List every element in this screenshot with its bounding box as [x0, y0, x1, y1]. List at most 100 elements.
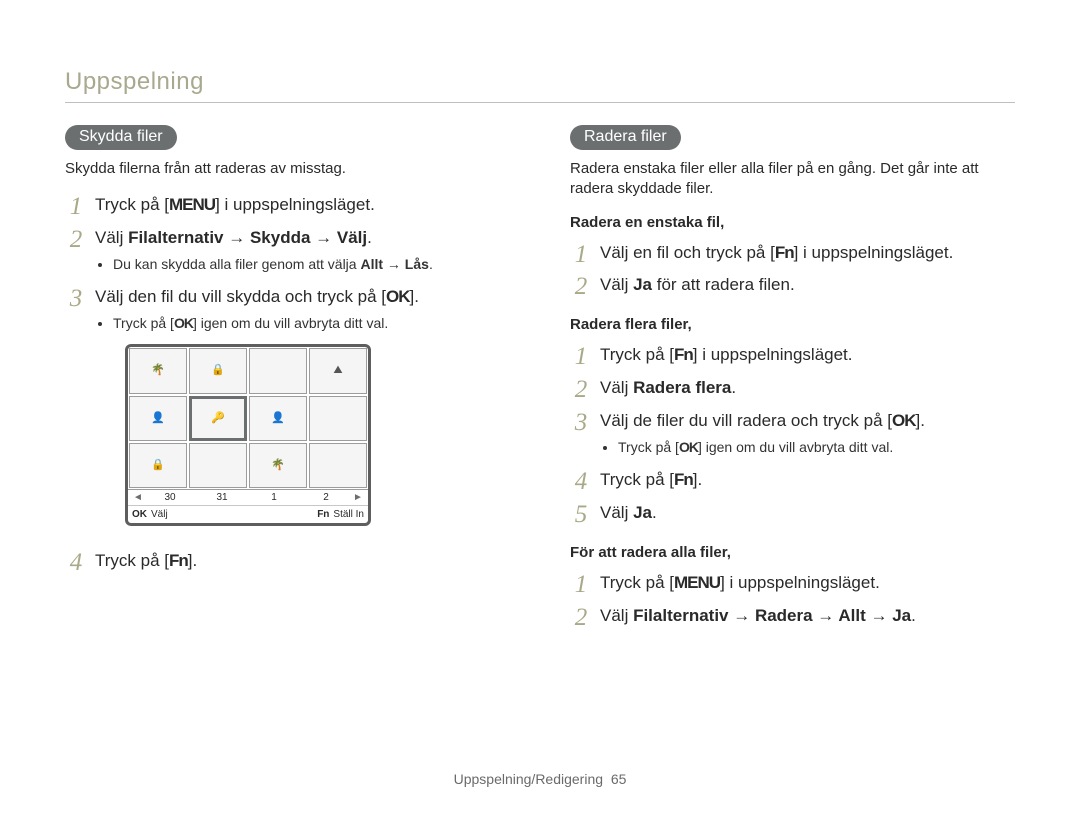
text: Tryck på [: [600, 470, 674, 489]
text: .: [429, 256, 433, 272]
ok-key: OK: [174, 314, 193, 334]
menu-key: MENU: [674, 572, 720, 595]
protect-steps: Tryck på [MENU] i uppspelningsläget. Väl…: [65, 189, 510, 578]
text: Tryck på [: [600, 345, 674, 364]
delete-all-steps: Tryck på [MENU] i uppspelningsläget. Väl…: [570, 567, 1015, 633]
camera-preview: 🌴 🔒 ⛰ 👤 🔑 👤 🔒 🌴: [125, 344, 371, 526]
fn-key: Fn: [775, 242, 794, 265]
right-column: Radera filer Radera enstaka filer eller …: [570, 125, 1015, 633]
fn-label: Ställ In: [333, 508, 364, 522]
thumb: [309, 396, 367, 441]
text: Välj: [600, 275, 633, 294]
thumb: [309, 443, 367, 488]
thumb: 🔒: [129, 443, 187, 488]
protect-step-2: Välj Filalternativ → Skydda → Välj. Du k…: [65, 222, 510, 281]
text: ].: [915, 411, 924, 430]
text: .: [367, 228, 372, 247]
protect-intro: Skydda filerna från att raderas av misst…: [65, 159, 510, 179]
text: ] igen om du vill avbryta ditt val.: [193, 315, 388, 331]
multi-step-4: Tryck på [Fn].: [570, 464, 1015, 497]
text: Tryck på [: [113, 315, 174, 331]
strong-text: Filalternativ → Radera → Allt → Ja: [633, 606, 911, 625]
thumb: 👤: [249, 396, 307, 441]
text: Välj: [600, 503, 633, 522]
date-cell: 1: [248, 491, 300, 505]
fn-key: Fn: [674, 469, 693, 492]
head-delete-all: För att radera alla filer,: [570, 544, 1015, 561]
ok-key: OK: [679, 438, 698, 458]
head-delete-multi: Radera flera filer,: [570, 316, 1015, 333]
calendar-bar: ◄ 30 31 1 2 ►: [128, 489, 368, 505]
page-footer: Uppspelning/Redigering 65: [0, 771, 1080, 787]
page-heading: Uppspelning: [65, 68, 204, 96]
strong-text: Radera flera: [633, 378, 731, 397]
text: ] i uppspelningsläget.: [720, 573, 880, 592]
ok-label: Välj: [151, 508, 168, 522]
fn-key: Fn: [674, 344, 693, 367]
protect-step-3: Välj den fil du vill skydda och tryck på…: [65, 281, 510, 546]
text: ] i uppspelningsläget.: [794, 243, 954, 262]
left-arrow-icon: ◄: [132, 491, 144, 505]
strong-text: Allt → Lås: [360, 256, 428, 272]
protect-step-2-note: Du kan skydda alla filer genom att välja…: [113, 254, 510, 276]
fn-key: Fn: [317, 508, 329, 522]
ok-key: OK: [386, 286, 410, 309]
text: .: [911, 606, 916, 625]
thumb: ⛰: [309, 348, 367, 393]
multi-step-3: Välj de filer du vill radera och tryck p…: [570, 405, 1015, 464]
single-step-2: Välj Ja för att radera filen.: [570, 269, 1015, 302]
text: Tryck på [: [618, 439, 679, 455]
protect-step-4: Tryck på [Fn].: [65, 545, 510, 578]
text: Tryck på [: [95, 551, 169, 570]
pill-delete-files: Radera filer: [570, 125, 681, 150]
text: .: [731, 378, 736, 397]
strong-text: Ja: [633, 503, 652, 522]
text: ].: [693, 470, 702, 489]
right-arrow-icon: ►: [352, 491, 364, 505]
thumb: [249, 348, 307, 393]
all-step-2: Välj Filalternativ → Radera → Allt → Ja.: [570, 600, 1015, 633]
all-step-1: Tryck på [MENU] i uppspelningsläget.: [570, 567, 1015, 600]
multi-step-3-note: Tryck på [OK] igen om du vill avbryta di…: [618, 437, 1015, 459]
thumb: 🔒: [189, 348, 247, 393]
single-step-1: Välj en fil och tryck på [Fn] i uppspeln…: [570, 237, 1015, 270]
text: Välj: [95, 228, 128, 247]
protect-step-3-note: Tryck på [OK] igen om du vill avbryta di…: [113, 313, 510, 335]
thumb: 🌴: [249, 443, 307, 488]
softkey-bar: OK Välj Fn Ställ In: [128, 505, 368, 523]
head-delete-single: Radera en enstaka fil,: [570, 214, 1015, 231]
key-icon: 🔑: [211, 413, 225, 424]
multi-step-5: Välj Ja.: [570, 497, 1015, 530]
text: ].: [410, 287, 419, 306]
fn-key: Fn: [169, 550, 188, 573]
date-cell: 2: [300, 491, 352, 505]
text: Välj: [600, 606, 633, 625]
page-number: 65: [611, 771, 627, 787]
left-column: Skydda filer Skydda filerna från att rad…: [65, 125, 510, 633]
text: .: [652, 503, 657, 522]
multi-step-2: Välj Radera flera.: [570, 372, 1015, 405]
text: ] i uppspelningsläget.: [693, 345, 853, 364]
text: Tryck på [: [600, 573, 674, 592]
palm-icon: 🌴: [151, 365, 165, 376]
delete-intro: Radera enstaka filer eller alla filer på…: [570, 159, 1015, 200]
thumb: 🌴: [129, 348, 187, 393]
text: Välj: [600, 378, 633, 397]
text: ] i uppspelningsläget.: [215, 195, 375, 214]
date-cell: 30: [144, 491, 196, 505]
text: Du kan skydda alla filer genom att välja: [113, 256, 360, 272]
strong-text: Filalternativ → Skydda → Välj: [128, 228, 367, 247]
text: Tryck på [: [95, 195, 169, 214]
strong-text: Ja: [633, 275, 652, 294]
text: Välj de filer du vill radera och tryck p…: [600, 411, 892, 430]
pill-protect-files: Skydda filer: [65, 125, 177, 150]
delete-single-steps: Välj en fil och tryck på [Fn] i uppspeln…: [570, 237, 1015, 303]
text: för att radera filen.: [652, 275, 795, 294]
ok-key: OK: [132, 508, 147, 522]
ok-key: OK: [892, 410, 916, 433]
thumbnail-grid: 🌴 🔒 ⛰ 👤 🔑 👤 🔒 🌴: [128, 347, 368, 489]
text: Välj den fil du vill skydda och tryck på…: [95, 287, 386, 306]
footer-text: Uppspelning/Redigering: [454, 771, 603, 787]
lock-icon: 🔒: [211, 365, 225, 376]
text: ].: [188, 551, 197, 570]
